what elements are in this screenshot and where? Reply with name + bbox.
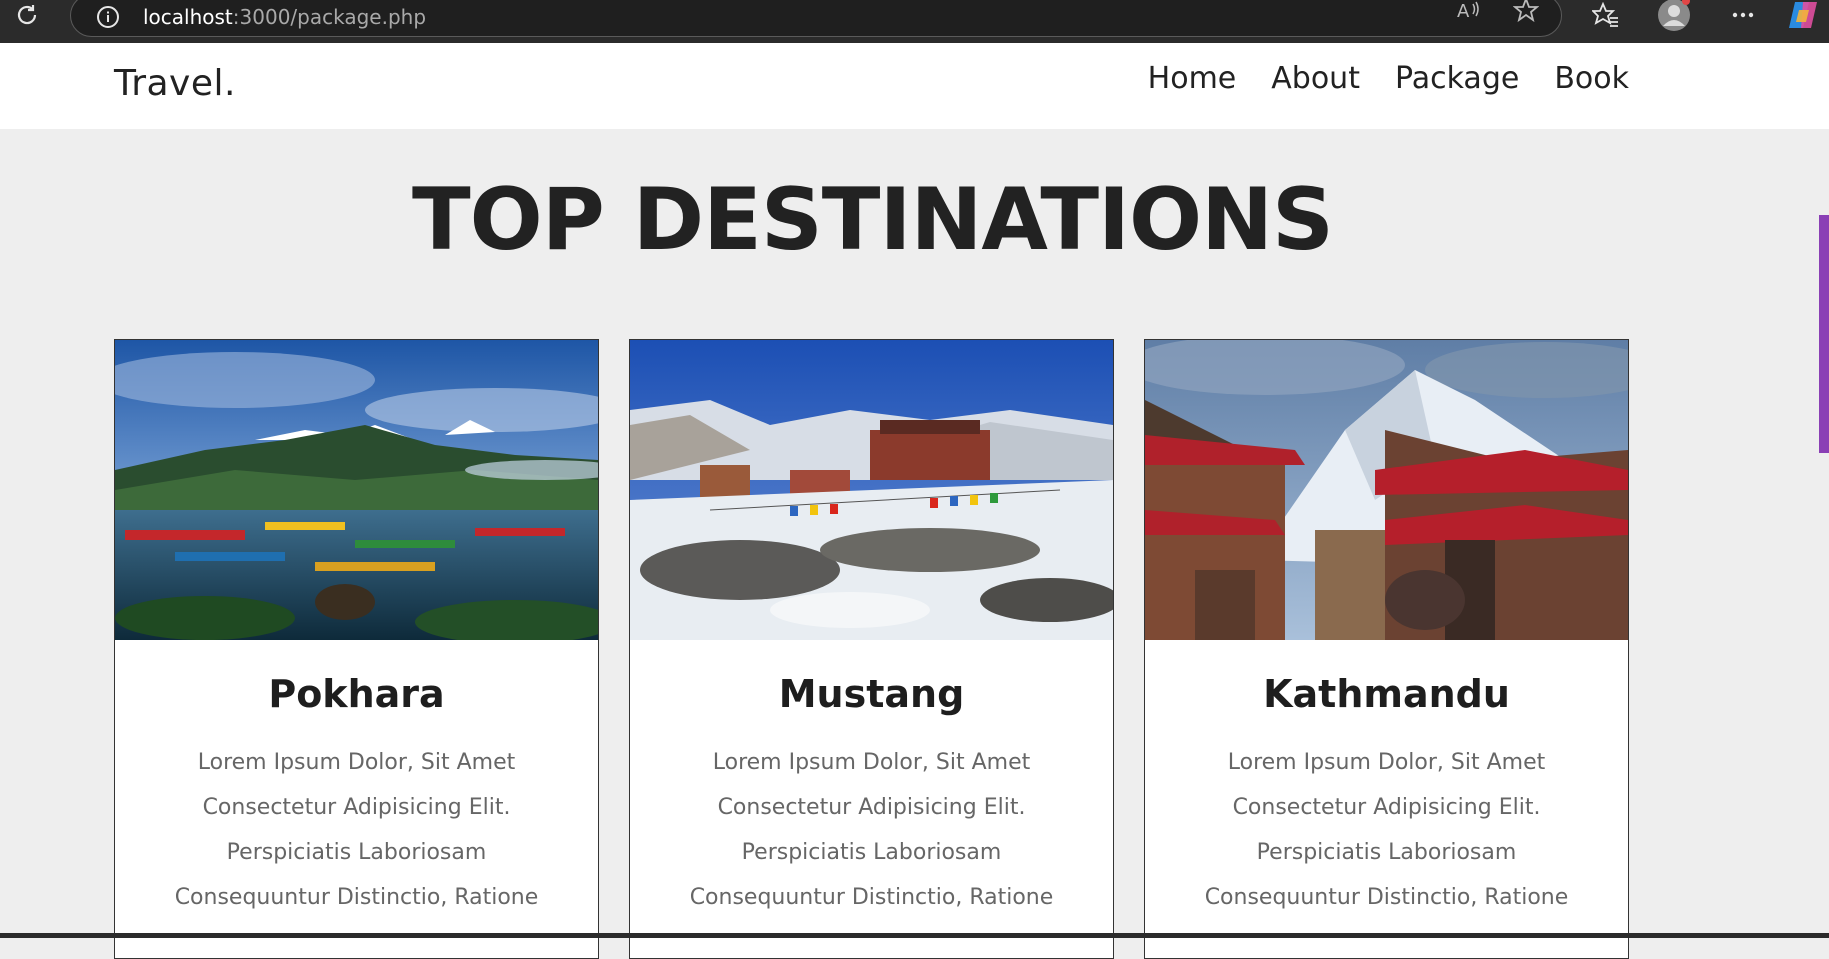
card-image-kathmandu: [1145, 340, 1628, 640]
nav-book[interactable]: Book: [1554, 61, 1629, 96]
url-host: localhost: [143, 5, 233, 29]
nav-package[interactable]: Package: [1395, 61, 1519, 96]
card-title-mustang: Mustang: [778, 672, 965, 716]
nav-about[interactable]: About: [1271, 61, 1360, 96]
site-logo[interactable]: Travel.: [114, 63, 236, 104]
favorites-icon[interactable]: [1586, 0, 1626, 30]
favorite-star-icon[interactable]: [1509, 0, 1543, 25]
site-header: Travel. Home About Package Book: [0, 43, 1829, 129]
address-bar[interactable]: localhost:3000/package.php A: [70, 0, 1562, 37]
destination-card-pokhara[interactable]: Pokhara Lorem Ipsum Dolor, Sit Amet Cons…: [114, 339, 599, 959]
card-text-kathmandu: Lorem Ipsum Dolor, Sit Amet Consectetur …: [1204, 750, 1569, 910]
svg-text:A: A: [1457, 1, 1470, 22]
taskbar-edge: [0, 933, 1829, 938]
nav-home[interactable]: Home: [1148, 61, 1237, 96]
main-nav: Home About Package Book: [1148, 61, 1629, 96]
destination-card-mustang[interactable]: Mustang Lorem Ipsum Dolor, Sit Amet Cons…: [629, 339, 1114, 959]
scrollbar-accent[interactable]: [1819, 215, 1829, 453]
card-text-pokhara: Lorem Ipsum Dolor, Sit Amet Consectetur …: [174, 750, 539, 910]
card-text-mustang: Lorem Ipsum Dolor, Sit Amet Consectetur …: [689, 750, 1054, 910]
destination-card-kathmandu[interactable]: Kathmandu Lorem Ipsum Dolor, Sit Amet Co…: [1144, 339, 1629, 959]
url-path: :3000/package.php: [232, 5, 427, 29]
card-image-pokhara: [115, 340, 598, 640]
url-text[interactable]: localhost:3000/package.php: [143, 5, 426, 29]
destination-cards: Pokhara Lorem Ipsum Dolor, Sit Amet Cons…: [114, 339, 1629, 959]
card-title-pokhara: Pokhara: [268, 672, 445, 716]
page-heading: TOP DESTINATIONS: [411, 170, 1334, 270]
card-image-mustang: [630, 340, 1113, 640]
profile-avatar-icon[interactable]: [1654, 0, 1694, 31]
card-title-kathmandu: Kathmandu: [1263, 672, 1510, 716]
more-icon[interactable]: [1723, 0, 1763, 30]
copilot-icon[interactable]: [1784, 0, 1824, 30]
browser-toolbar: localhost:3000/package.php A: [0, 0, 1829, 43]
reload-icon[interactable]: [10, 0, 44, 30]
read-aloud-icon[interactable]: A: [1452, 0, 1486, 25]
info-icon[interactable]: [95, 4, 121, 30]
